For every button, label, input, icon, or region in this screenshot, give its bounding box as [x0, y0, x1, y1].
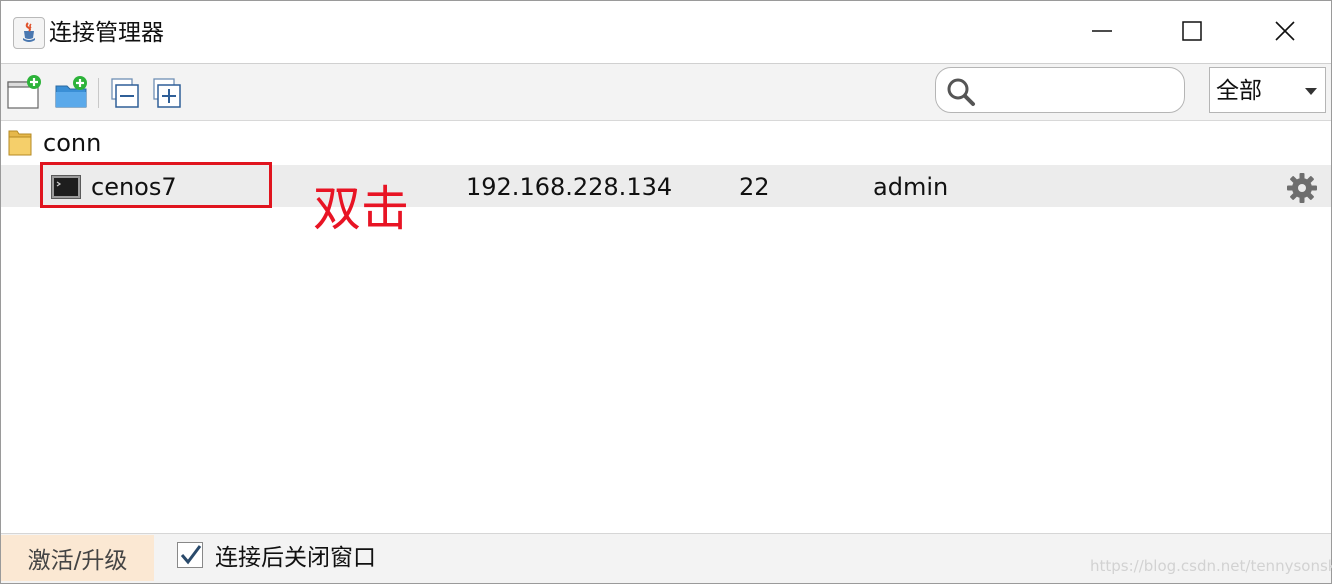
- search-field[interactable]: [935, 67, 1185, 113]
- activate-upgrade-button[interactable]: 激活/升级: [1, 535, 154, 581]
- search-input[interactable]: [982, 76, 1176, 106]
- maximize-icon: [1182, 21, 1202, 41]
- close-icon: [1275, 21, 1295, 41]
- expand-all-icon: [153, 78, 181, 108]
- new-folder-icon: [55, 76, 87, 108]
- toolbar-separator: [98, 78, 99, 108]
- folder-icon: [8, 130, 32, 156]
- new-session-button[interactable]: [5, 74, 43, 112]
- highlight-box: [40, 162, 272, 208]
- collapse-all-icon: [111, 78, 139, 108]
- expand-all-button[interactable]: [149, 74, 187, 112]
- connection-port: 22: [739, 173, 770, 201]
- new-folder-button[interactable]: [53, 74, 91, 112]
- maximize-button[interactable]: [1170, 11, 1214, 51]
- new-session-icon: [7, 75, 41, 109]
- window-title: 连接管理器: [49, 20, 164, 46]
- tree-folder-conn[interactable]: conn: [1, 121, 1331, 163]
- collapse-all-button[interactable]: [107, 74, 145, 112]
- toolbar: 全部: [1, 64, 1331, 121]
- filter-selected-value: 全部: [1216, 78, 1262, 104]
- minimize-button[interactable]: [1080, 11, 1124, 51]
- close-button[interactable]: [1263, 11, 1307, 51]
- close-after-connect-checkbox[interactable]: [177, 542, 203, 568]
- watermark: https://blog.csdn.net/tennysonsky: [1090, 557, 1332, 575]
- chevron-down-icon: [1305, 88, 1317, 95]
- filter-dropdown[interactable]: 全部: [1209, 67, 1326, 113]
- connection-user: admin: [873, 173, 949, 201]
- connection-manager-window: 连接管理器 全部 conn cenos7 192.168.228.134 22 …: [0, 0, 1332, 584]
- folder-label: conn: [43, 129, 102, 157]
- title-bar: 连接管理器: [1, 1, 1331, 64]
- double-click-annotation: 双击: [313, 181, 410, 237]
- close-after-connect-label: 连接后关闭窗口: [215, 545, 376, 571]
- connection-host: 192.168.228.134: [466, 173, 673, 201]
- minimize-icon: [1092, 30, 1112, 32]
- checkmark-icon: [180, 545, 202, 565]
- search-icon: [947, 78, 975, 106]
- java-cup-icon: [13, 17, 45, 49]
- connection-settings-button[interactable]: [1285, 171, 1319, 205]
- gear-icon: [1287, 173, 1317, 203]
